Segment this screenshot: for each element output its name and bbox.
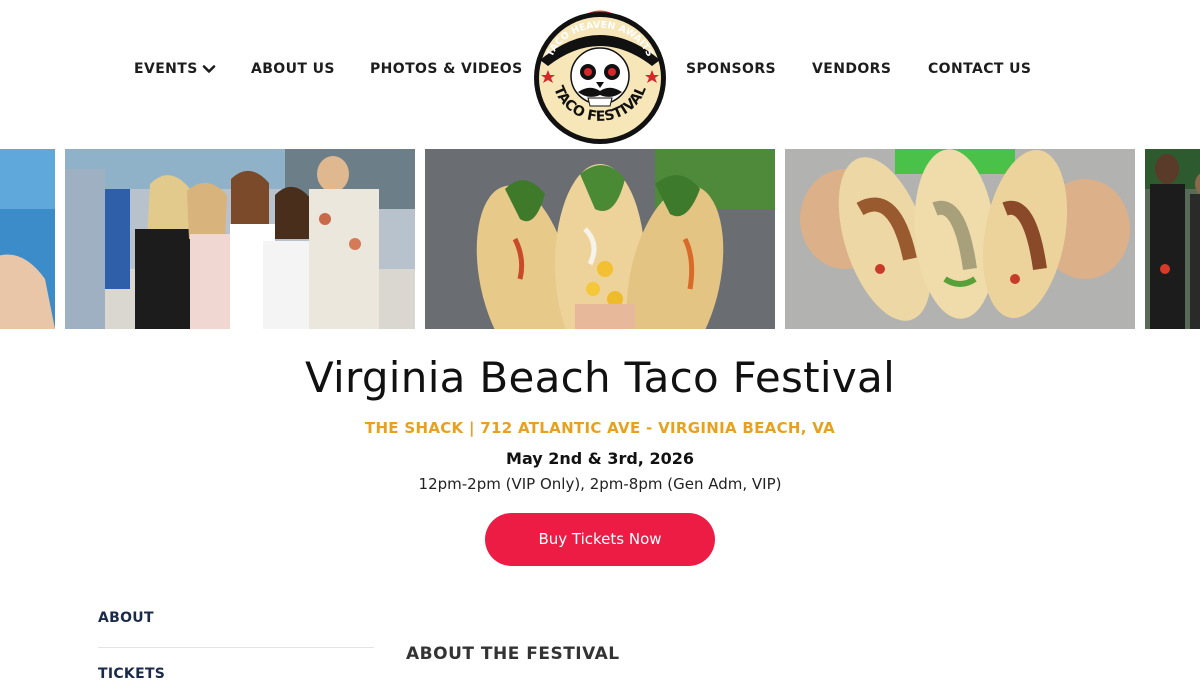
sidebar-item-tickets[interactable]: TICKETS <box>98 664 165 680</box>
nav-events[interactable]: EVENTS <box>134 58 216 80</box>
nav-photos-videos[interactable]: PHOTOS & VIDEOS <box>370 58 523 80</box>
event-hours: 12pm-2pm (VIP Only), 2pm-8pm (Gen Adm, V… <box>418 475 782 493</box>
sidebar-divider <box>98 647 374 648</box>
sidebar-item-about[interactable]: ABOUT <box>98 608 154 628</box>
nav-sponsors[interactable]: SPONSORS <box>686 58 776 80</box>
event-date: May 2nd & 3rd, 2026 <box>506 449 694 468</box>
carousel-photo-crowd[interactable] <box>65 149 415 329</box>
buy-tickets-button[interactable]: Buy Tickets Now <box>485 513 715 566</box>
section-heading-about-festival: ABOUT THE FESTIVAL <box>406 644 620 664</box>
carousel-photo-partial-left[interactable] <box>0 149 55 329</box>
nav-about-us[interactable]: ABOUT US <box>251 58 335 80</box>
carousel-photo-partial-right[interactable] <box>1145 149 1200 329</box>
nav-events-label: EVENTS <box>134 61 198 77</box>
taco-festival-logo[interactable]: TACO HEAVEN AWAITS TACO FESTIVAL <box>530 0 670 146</box>
site-header: EVENTS ABOUT US PHOTOS & VIDEOS TACO HEA… <box>0 0 1200 148</box>
event-venue: THE SHACK | 712 ATLANTIC AVE - VIRGINIA … <box>364 419 836 437</box>
nav-vendors[interactable]: VENDORS <box>812 58 891 80</box>
photo-carousel[interactable] <box>0 149 1200 329</box>
nav-contact-us[interactable]: CONTACT US <box>928 58 1031 80</box>
chevron-down-icon <box>202 65 216 73</box>
carousel-photo-tacos-closeup[interactable] <box>425 149 775 329</box>
page-title: Virginia Beach Taco Festival <box>304 353 896 402</box>
carousel-photo-tacos-held[interactable] <box>785 149 1135 329</box>
